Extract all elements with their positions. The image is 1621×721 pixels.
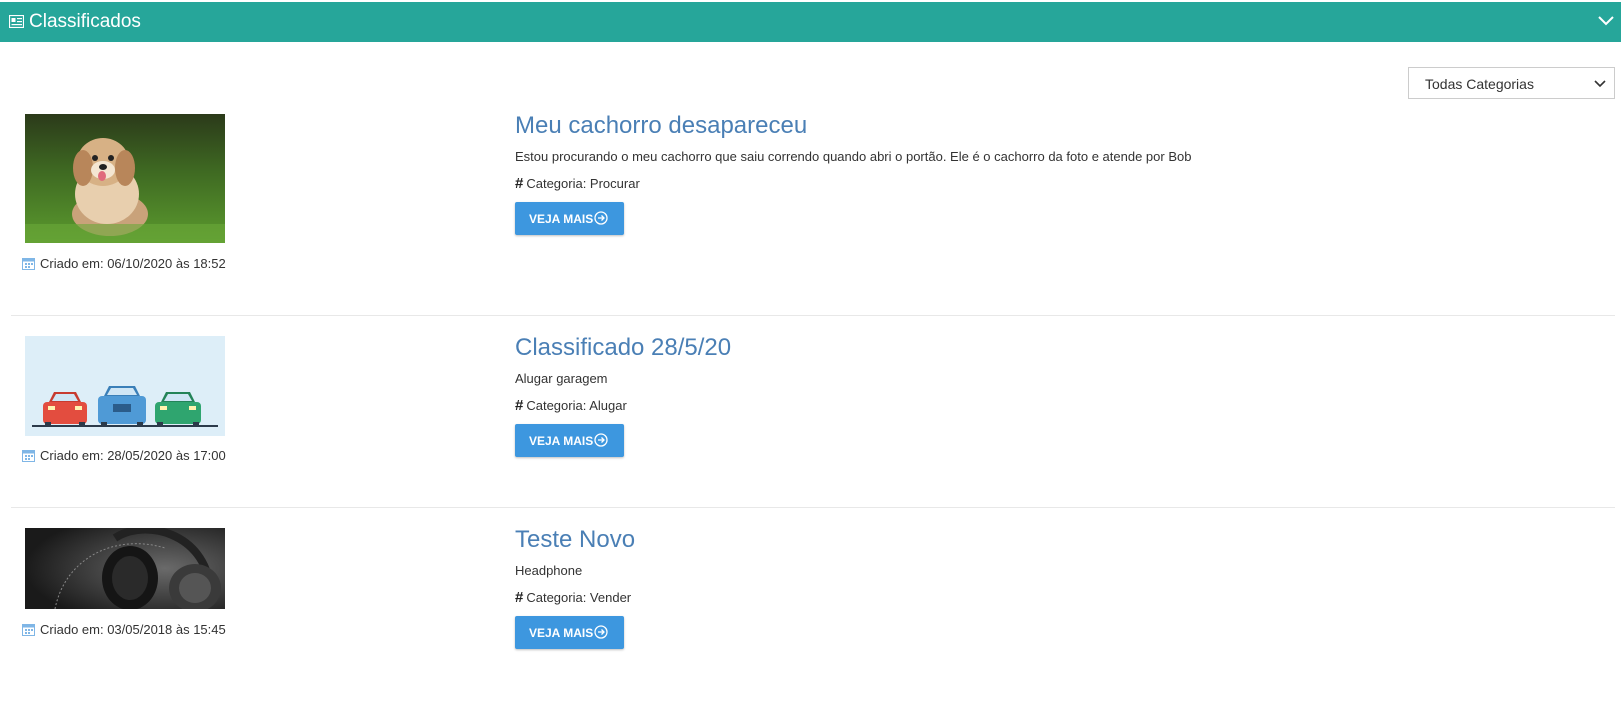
item-title[interactable]: Teste Novo — [515, 526, 635, 554]
divider — [11, 315, 1615, 316]
item-category: # Categoria: Vender — [515, 589, 632, 606]
hashtag-icon: # — [515, 589, 524, 606]
dog-photo — [25, 114, 225, 243]
item-category: # Categoria: Procurar — [515, 175, 640, 192]
veja-mais-button[interactable]: VEJA MAIS — [515, 202, 624, 235]
arrow-circle-right-icon — [594, 433, 608, 447]
item-category: # Categoria: Alugar — [515, 397, 627, 414]
arrow-circle-right-icon — [594, 625, 608, 639]
chevron-down-icon — [1594, 80, 1606, 88]
item-description: Alugar garagem — [515, 371, 608, 386]
category-select-value: Todas Categorias — [1425, 76, 1534, 92]
arrow-circle-right-icon — [594, 211, 608, 225]
headphone-photo — [25, 528, 225, 609]
hashtag-icon: # — [515, 397, 524, 414]
item-description: Estou procurando o meu cachorro que saiu… — [515, 149, 1192, 164]
hashtag-icon: # — [515, 175, 524, 192]
panel-header[interactable]: Classificados — [0, 2, 1621, 42]
chevron-down-icon[interactable] — [1598, 14, 1614, 26]
calendar-icon — [22, 624, 35, 636]
cars-illustration — [25, 336, 225, 436]
category-select[interactable]: Todas Categorias — [1408, 67, 1615, 99]
veja-mais-button[interactable]: VEJA MAIS — [515, 616, 624, 649]
item-title[interactable]: Classificado 28/5/20 — [515, 334, 731, 362]
item-title[interactable]: Meu cachorro desapareceu — [515, 112, 807, 140]
calendar-icon — [22, 258, 35, 270]
newspaper-icon — [9, 15, 24, 28]
item-image-headphone[interactable] — [25, 528, 225, 609]
divider — [11, 507, 1615, 508]
calendar-icon — [22, 450, 35, 462]
item-image-cars[interactable] — [25, 336, 225, 436]
item-description: Headphone — [515, 563, 583, 578]
item-image-dog[interactable] — [25, 114, 225, 243]
panel-title: Classificados — [29, 11, 141, 32]
veja-mais-button[interactable]: VEJA MAIS — [515, 424, 624, 457]
